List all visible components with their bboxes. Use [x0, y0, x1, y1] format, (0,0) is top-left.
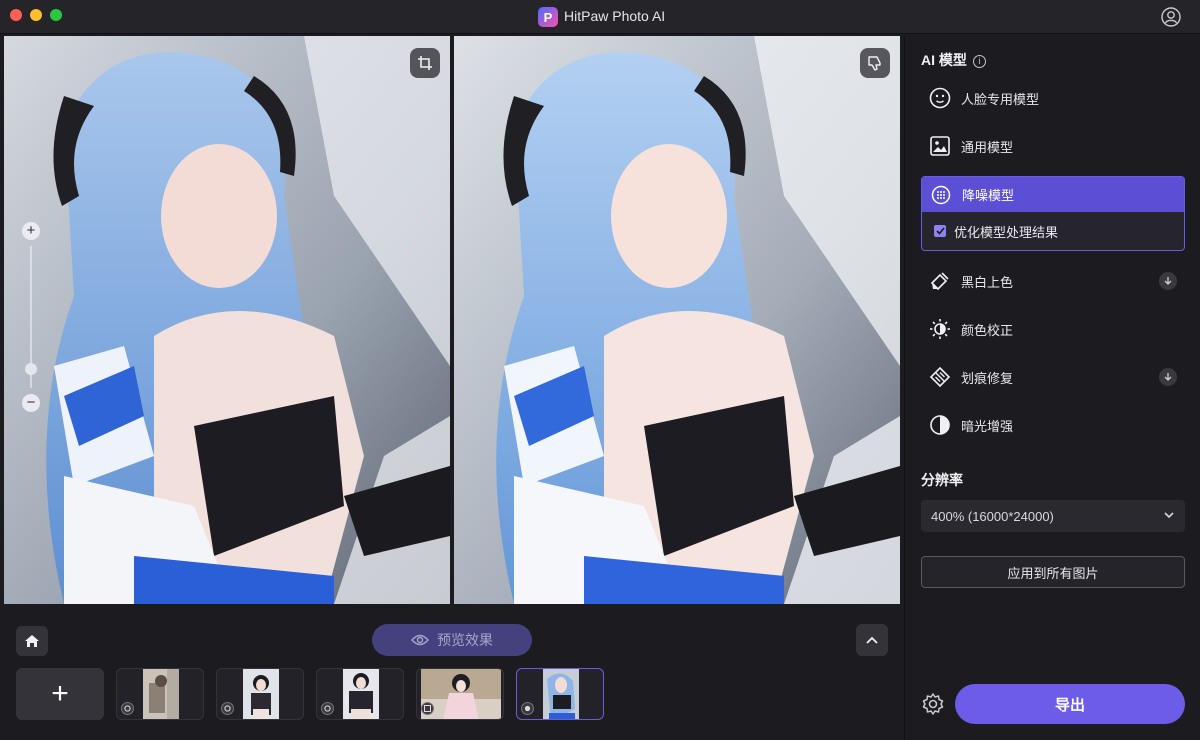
window-minimize-button[interactable] [30, 9, 42, 21]
thumbnail-1[interactable] [116, 668, 204, 720]
optimize-result-label: 优化模型处理结果 [954, 224, 1059, 240]
add-image-button[interactable]: + [16, 668, 104, 720]
title-bar: P HitPaw Photo AI [0, 0, 1200, 34]
model-general[interactable]: 通用模型 [921, 128, 1185, 164]
image-icon [929, 135, 951, 157]
app-title: HitPaw Photo AI [564, 8, 666, 24]
resolution-title: 分辨率 [921, 472, 963, 488]
info-icon[interactable]: i [972, 54, 986, 68]
dislike-button[interactable] [860, 48, 890, 78]
apply-to-all-button[interactable]: 应用到所有图片 [921, 556, 1185, 588]
thumbnail-2[interactable] [216, 668, 304, 720]
window-close-button[interactable] [10, 9, 22, 21]
model-denoise-group: 降噪模型 优化模型处理结果 [921, 176, 1185, 251]
face-model-badge-icon [321, 702, 334, 715]
face-icon [929, 87, 951, 109]
model-face-label: 人脸专用模型 [961, 91, 1040, 107]
model-color-correction-label: 颜色校正 [961, 322, 1014, 338]
scratch-icon [929, 366, 951, 388]
crop-button[interactable] [410, 48, 440, 78]
zoom-in-button[interactable]: + [22, 222, 40, 240]
denoise-model-badge-icon [521, 702, 534, 715]
thumbnail-image [143, 669, 179, 719]
model-scratch-repair[interactable]: 划痕修复 [921, 359, 1185, 395]
collapse-panel-button[interactable] [856, 624, 888, 656]
model-colorize-label: 黑白上色 [961, 274, 1014, 290]
model-denoise-label: 降噪模型 [962, 188, 1015, 203]
face-model-badge-icon [121, 702, 134, 715]
face-model-badge-icon [221, 702, 234, 715]
brightness-icon [929, 318, 951, 340]
model-scratch-repair-label: 划痕修复 [961, 370, 1014, 386]
optimize-checkbox[interactable] [934, 225, 946, 237]
check-icon [935, 227, 945, 235]
thumbnail-image [343, 669, 379, 719]
home-button[interactable] [16, 626, 48, 656]
original-photo [4, 36, 450, 604]
original-image-pane[interactable]: + − [4, 36, 450, 604]
model-color-correction[interactable]: 颜色校正 [921, 311, 1185, 347]
settings-sidebar: AI 模型 i 人脸专用模型 通用模型 降噪模型 优化模型处理结果 黑白上色 颜色… [904, 36, 1200, 740]
resolution-value: 400% (16000*24000) [931, 508, 1054, 524]
app-logo: P [538, 7, 558, 27]
model-low-light[interactable]: 暗光增强 [921, 407, 1185, 443]
resolution-select[interactable]: 400% (16000*24000) [921, 500, 1185, 532]
bottom-toolbar: 预览效果 + [0, 606, 904, 740]
thumbnail-4[interactable] [416, 668, 504, 720]
thumbs-down-icon [868, 56, 881, 71]
denoise-icon [930, 184, 952, 206]
download-icon[interactable] [1159, 272, 1177, 290]
preview-effect-button[interactable]: 预览效果 [372, 624, 532, 656]
chevron-down-icon [1164, 512, 1174, 519]
zoom-out-button[interactable]: − [22, 394, 40, 412]
home-icon [25, 635, 39, 647]
zoom-slider-handle[interactable] [25, 363, 37, 375]
thumbnail-image [543, 669, 579, 719]
colorize-icon [929, 270, 951, 292]
model-colorize[interactable]: 黑白上色 [921, 263, 1185, 299]
thumbnail-image [421, 669, 501, 719]
optimize-result-option[interactable]: 优化模型处理结果 [922, 212, 1184, 250]
ai-model-title: AI 模型 [921, 52, 967, 68]
thumbnail-5[interactable] [516, 668, 604, 720]
crop-icon [418, 56, 432, 70]
processed-image-pane[interactable] [454, 36, 900, 604]
thumbnail-3[interactable] [316, 668, 404, 720]
eye-icon [411, 634, 429, 646]
model-low-light-label: 暗光增强 [961, 418, 1014, 434]
account-icon[interactable] [1160, 6, 1182, 28]
chevron-up-icon [866, 636, 878, 644]
settings-gear-icon[interactable] [921, 692, 945, 716]
model-denoise[interactable]: 降噪模型 [922, 177, 1184, 212]
preview-effect-label: 预览效果 [437, 632, 493, 648]
download-icon[interactable] [1159, 368, 1177, 386]
model-general-label: 通用模型 [961, 139, 1014, 155]
window-maximize-button[interactable] [50, 9, 62, 21]
processed-photo [454, 36, 900, 604]
contrast-icon [929, 414, 951, 436]
model-face[interactable]: 人脸专用模型 [921, 80, 1185, 116]
general-model-badge-icon [421, 702, 434, 715]
export-button[interactable]: 导出 [955, 684, 1185, 724]
thumbnail-image [243, 669, 279, 719]
ai-model-heading: AI 模型 i [921, 50, 986, 70]
